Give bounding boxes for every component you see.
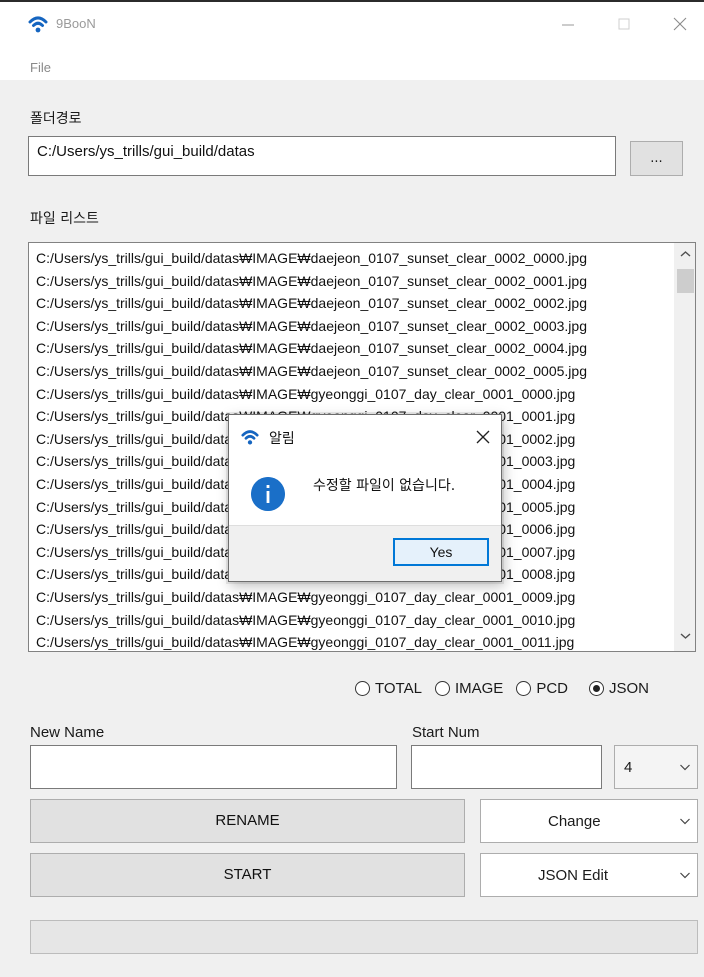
dialog-title: 알림 xyxy=(269,431,295,447)
radio-circle-icon xyxy=(516,680,532,696)
list-item[interactable]: C:/Users/ys_trills/gui_build/datas₩IMAGE… xyxy=(36,383,695,406)
alert-dialog: 알림 수정할 파일이 없습니다. Yes xyxy=(228,414,502,582)
close-icon[interactable] xyxy=(475,429,491,445)
yes-button[interactable]: Yes xyxy=(393,538,489,566)
maximize-icon[interactable] xyxy=(604,10,644,38)
radio-pcd[interactable]: PCD xyxy=(516,680,568,697)
start-num-input[interactable] xyxy=(411,745,602,789)
radio-label: PCD xyxy=(536,679,568,697)
radio-image[interactable]: IMAGE xyxy=(434,679,504,697)
start-num-label: Start Num xyxy=(412,724,480,741)
radio-json[interactable]: JSON xyxy=(588,679,649,697)
radio-selected-icon xyxy=(588,680,604,696)
close-icon[interactable] xyxy=(660,10,700,38)
info-icon xyxy=(251,477,285,511)
app-window: 9BooN File 폴더경로 C:/Users/ys_trills/gui_b… xyxy=(0,0,704,977)
chevron-down-icon xyxy=(680,872,690,879)
new-name-label: New Name xyxy=(30,724,105,741)
radio-label: TOTAL xyxy=(375,679,422,697)
browse-button[interactable]: ... xyxy=(630,141,683,176)
scroll-up-icon[interactable] xyxy=(679,249,692,259)
radio-label: IMAGE xyxy=(454,679,504,697)
filter-radio-group: TOTAL IMAGE PCD JSON xyxy=(355,677,649,699)
list-item[interactable]: C:/Users/ys_trills/gui_build/datas₩IMAGE… xyxy=(36,247,695,270)
dialog-message: 수정할 파일이 없습니다. xyxy=(313,478,456,494)
list-item[interactable]: C:/Users/ys_trills/gui_build/datas₩IMAGE… xyxy=(36,270,695,293)
chevron-down-icon xyxy=(680,818,690,825)
radio-circle-icon xyxy=(355,680,370,696)
wifi-app-icon xyxy=(241,430,259,445)
list-item[interactable]: C:/Users/ys_trills/gui_build/datas₩IMAGE… xyxy=(36,292,695,315)
list-item[interactable]: C:/Users/ys_trills/gui_build/datas₩IMAGE… xyxy=(36,586,695,609)
list-item[interactable]: C:/Users/ys_trills/gui_build/datas₩IMAGE… xyxy=(36,631,695,651)
digits-value: 4 xyxy=(624,759,633,776)
mode-value: Change xyxy=(548,813,601,830)
vertical-scrollbar[interactable] xyxy=(674,243,695,651)
file-list-label: 파일 리스트 xyxy=(30,211,99,227)
menu-item-file[interactable]: File xyxy=(30,60,51,75)
list-item[interactable]: C:/Users/ys_trills/gui_build/datas₩IMAGE… xyxy=(36,337,695,360)
list-item[interactable]: C:/Users/ys_trills/gui_build/datas₩IMAGE… xyxy=(36,360,695,383)
mode-select[interactable]: Change xyxy=(480,799,698,843)
digits-select[interactable]: 4 xyxy=(614,745,698,789)
action-value: JSON Edit xyxy=(538,867,609,884)
wifi-app-icon xyxy=(28,16,48,33)
rename-button[interactable]: RENAME xyxy=(30,799,465,843)
progress-bar xyxy=(30,920,698,954)
start-button[interactable]: START xyxy=(30,853,465,897)
list-item[interactable]: C:/Users/ys_trills/gui_build/datas₩IMAGE… xyxy=(36,609,695,632)
scroll-down-icon[interactable] xyxy=(679,631,692,641)
list-item[interactable]: C:/Users/ys_trills/gui_build/datas₩IMAGE… xyxy=(36,315,695,338)
folder-path-input[interactable]: C:/Users/ys_trills/gui_build/datas xyxy=(28,136,616,176)
folder-path-label: 폴더경로 xyxy=(30,111,82,127)
new-name-input[interactable] xyxy=(30,745,397,789)
menu-bar xyxy=(0,46,704,80)
title-bar[interactable]: 9BooN xyxy=(0,2,704,46)
scroll-thumb[interactable] xyxy=(677,269,694,293)
window-title: 9BooN xyxy=(56,16,96,31)
minimize-icon[interactable] xyxy=(548,10,588,38)
radio-label: JSON xyxy=(608,679,649,697)
chevron-down-icon xyxy=(680,764,690,771)
radio-circle-icon xyxy=(434,680,450,696)
radio-total[interactable]: TOTAL xyxy=(355,680,422,697)
action-select[interactable]: JSON Edit xyxy=(480,853,698,897)
